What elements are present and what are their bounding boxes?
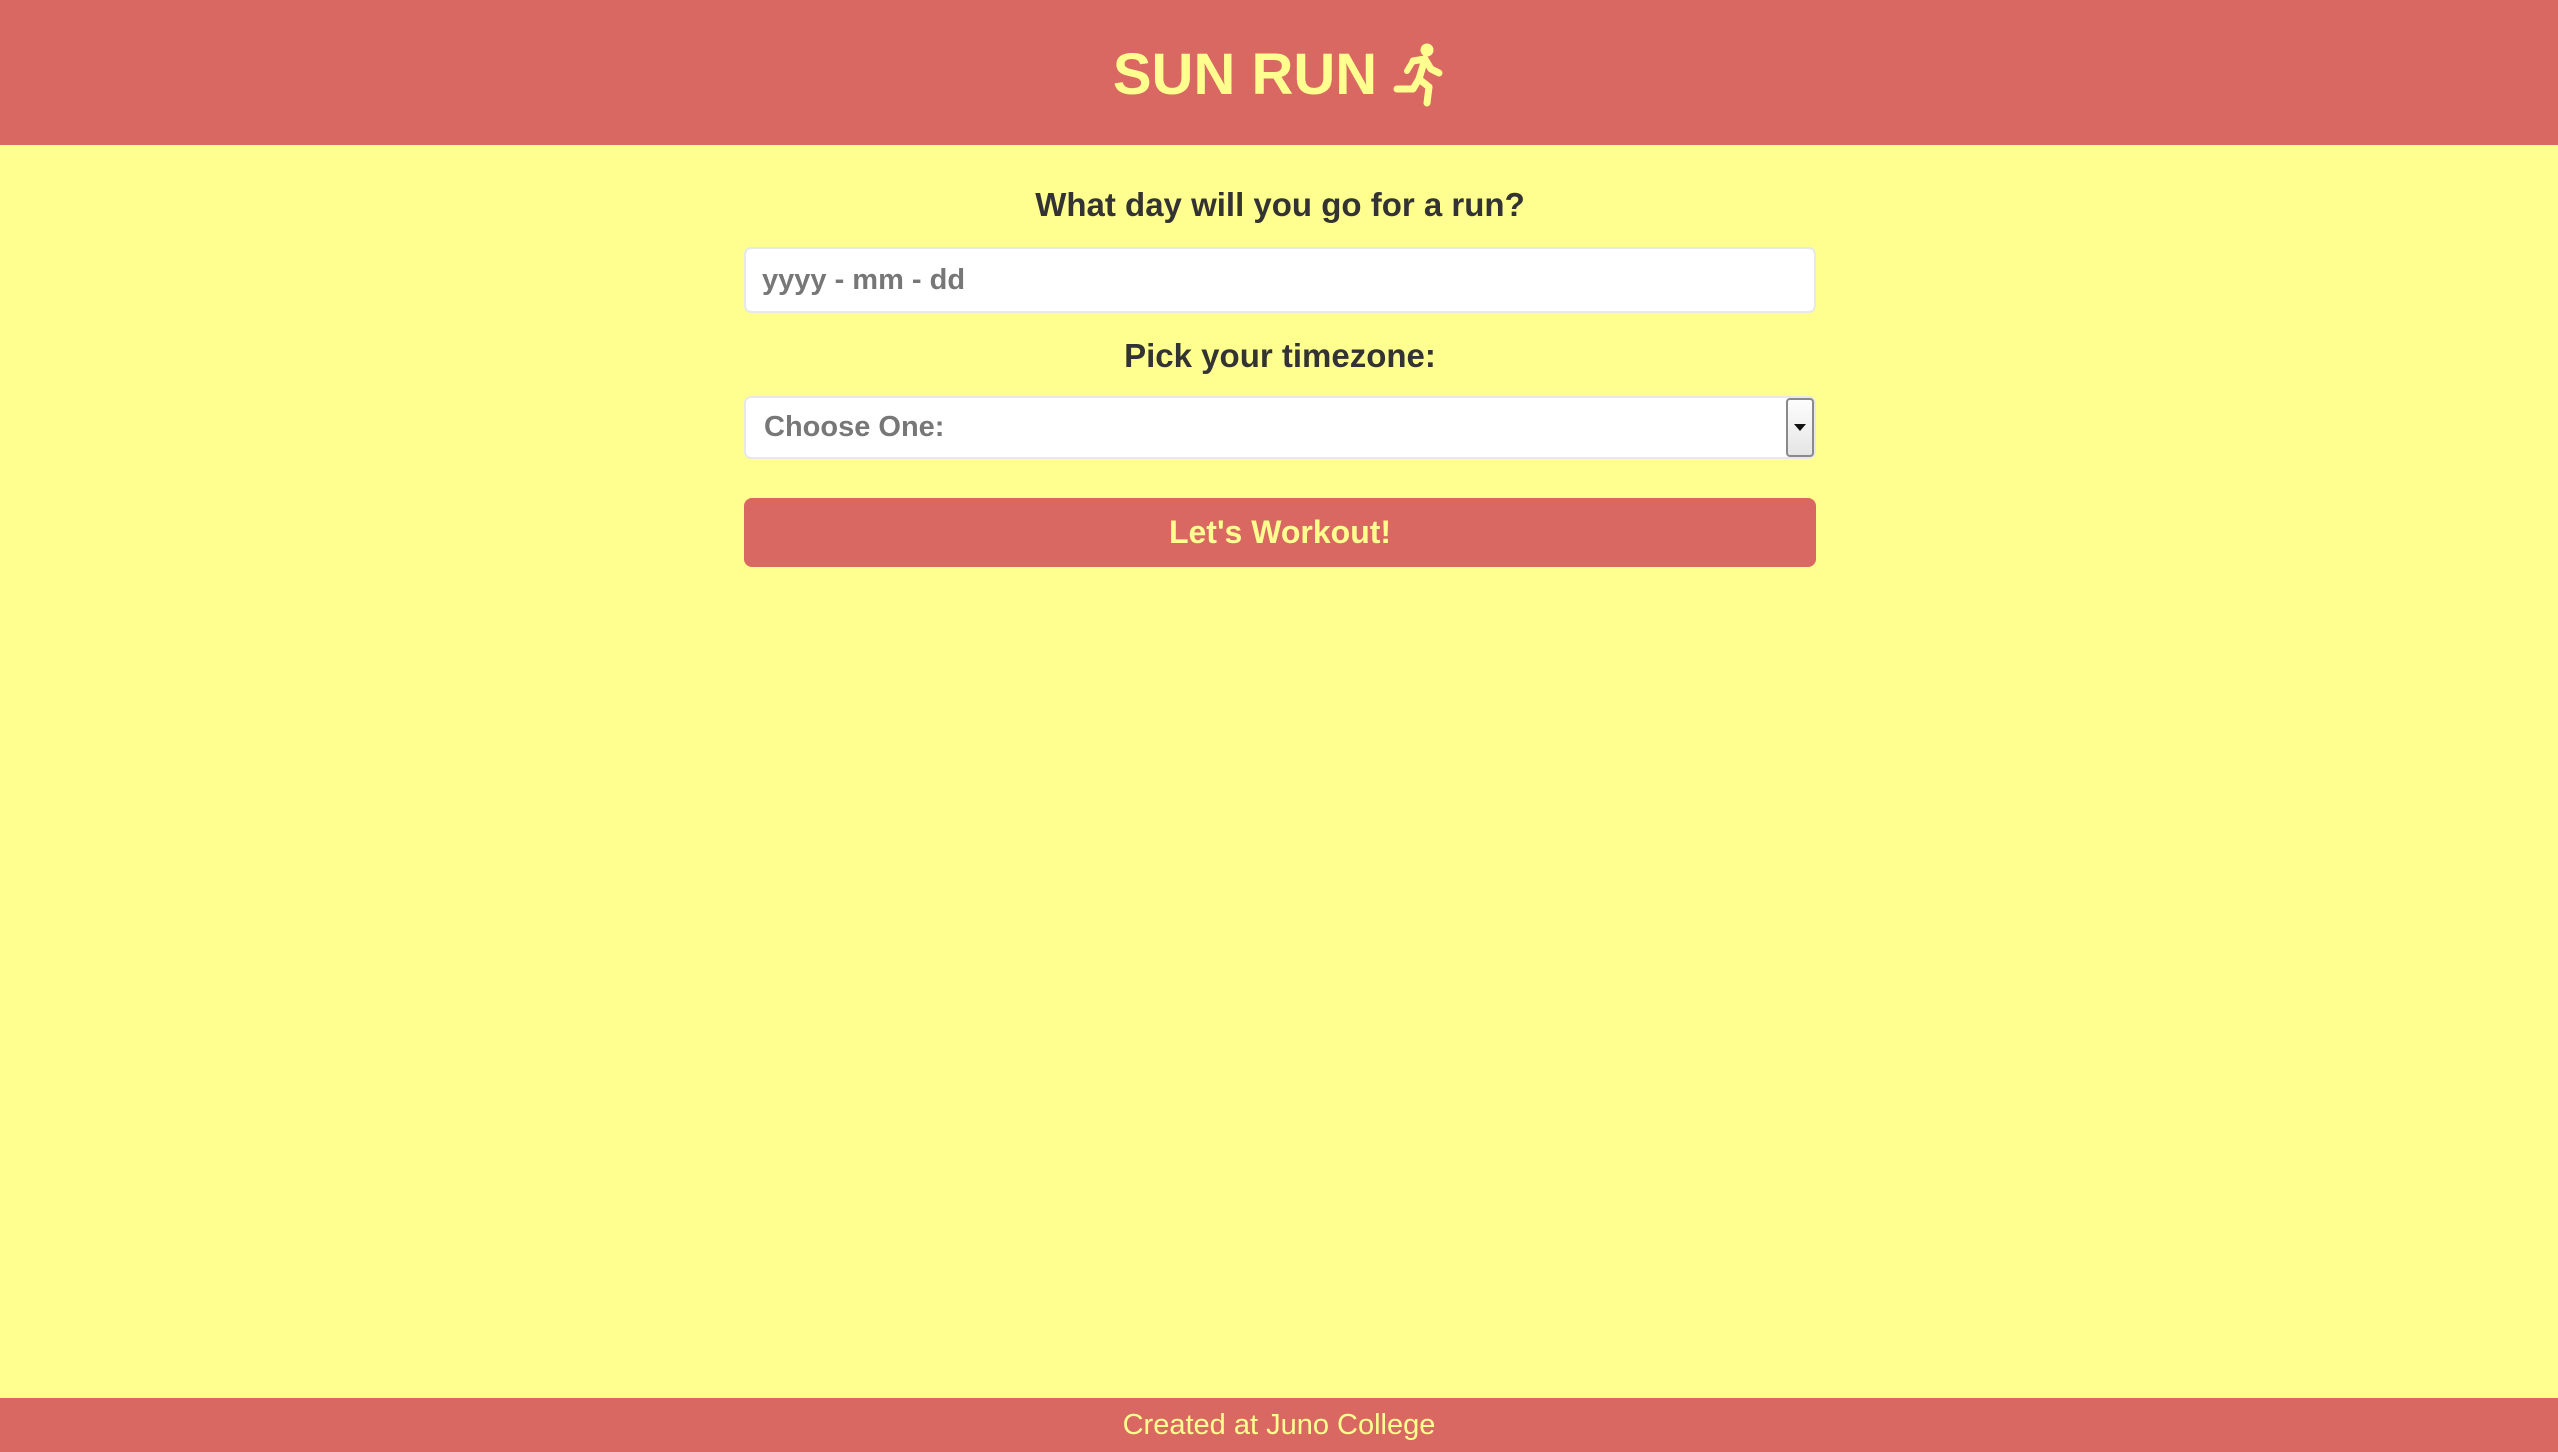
dropdown-arrow-button[interactable] — [1786, 398, 1814, 457]
timezone-label: Pick your timezone: — [1124, 337, 1436, 374]
app-header: SUN RUN — [0, 0, 2558, 145]
app-title-heading: SUN RUN — [1113, 43, 1445, 107]
app-title: SUN RUN — [1112, 41, 1378, 107]
page-footer: Created at Juno College — [0, 1398, 2558, 1452]
chevron-down-icon — [1794, 424, 1806, 431]
footer-text: Created at Juno College — [1122, 1408, 1436, 1441]
date-label: What day will you go for a run? — [1035, 186, 1525, 223]
timezone-select[interactable]: Choose One: — [744, 396, 1816, 459]
date-input[interactable] — [744, 247, 1816, 313]
timezone-selected-value: Choose One: — [764, 411, 945, 443]
run-form: What day will you go for a run? Pick you… — [744, 145, 1816, 567]
running-person-icon — [1391, 43, 1445, 107]
submit-button[interactable]: Let's Workout! — [744, 498, 1816, 567]
